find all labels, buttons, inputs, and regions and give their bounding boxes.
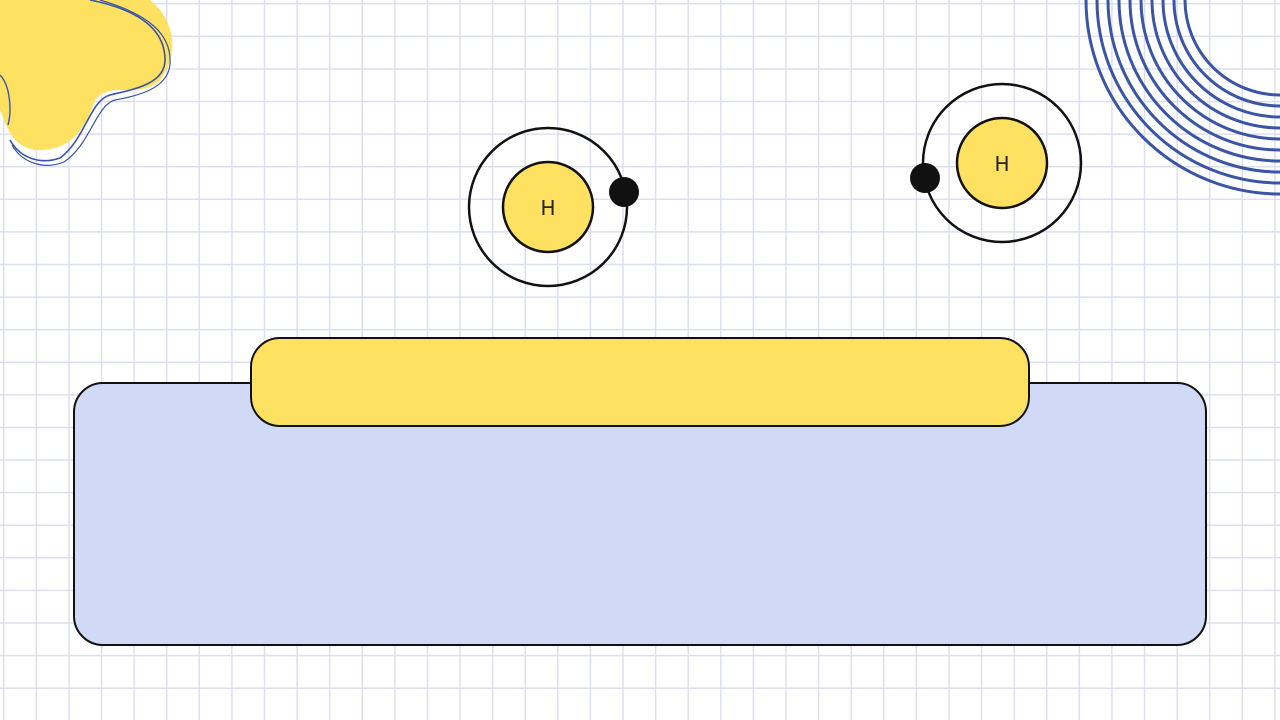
decor-arc <box>1139 0 1280 141</box>
title-bar <box>250 337 1030 427</box>
hydrogen-atom-left: H <box>458 117 639 297</box>
decor-arc <box>1106 0 1280 174</box>
yellow-blob-decoration <box>0 0 190 170</box>
panel-body-text <box>105 444 1175 614</box>
decor-arc <box>1161 0 1280 119</box>
element-symbol: H <box>540 196 555 220</box>
electron <box>609 177 639 207</box>
hydrogen-atom-right: H <box>910 73 1092 253</box>
decor-arc <box>1183 0 1280 97</box>
blue-arcs-decoration <box>1080 0 1280 215</box>
element-symbol: H <box>994 152 1009 176</box>
decor-arc <box>1150 0 1280 130</box>
electron <box>910 163 940 193</box>
decor-arc <box>1084 0 1280 196</box>
